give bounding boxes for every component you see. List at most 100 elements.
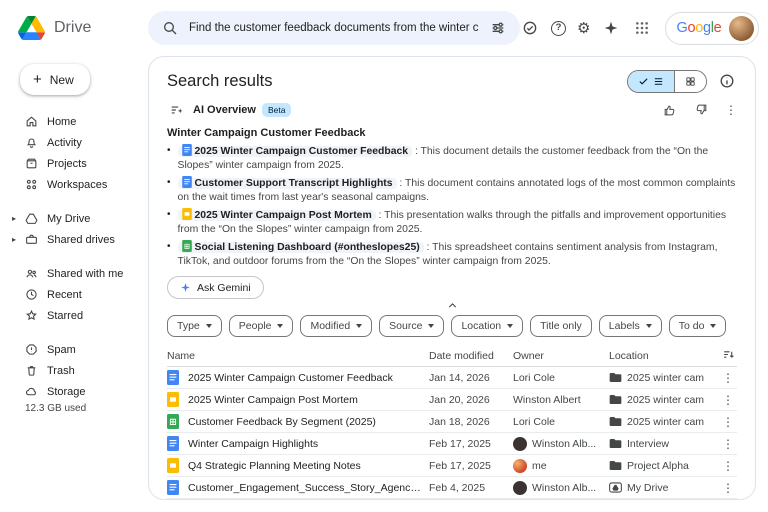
- collapse-overview-button[interactable]: [167, 299, 737, 311]
- sidebar-item-recent[interactable]: Recent: [18, 284, 142, 305]
- file-name-cell: Customer Feedback By Segment (2025): [167, 414, 429, 429]
- list-view-button[interactable]: [628, 71, 674, 92]
- ai-more-options-icon[interactable]: ⋮: [725, 104, 737, 116]
- file-location[interactable]: Project Alpha: [609, 460, 719, 472]
- file-row[interactable]: Customer_Engagement_Success_Story_Agency…: [167, 477, 737, 499]
- account-pill[interactable]: Google: [665, 12, 759, 45]
- filter-chip-to-do[interactable]: To do: [669, 315, 727, 337]
- bell-icon: [25, 136, 38, 149]
- sidebar-item-storage[interactable]: Storage: [18, 381, 142, 402]
- offline-status-icon[interactable]: [520, 18, 540, 38]
- sidebar-item-projects[interactable]: Projects: [18, 153, 142, 174]
- sidebar-item-shared-drives[interactable]: ▸ Shared drives: [18, 229, 142, 250]
- file-row[interactable]: 2025 Winter Campaign Customer Feedback J…: [167, 367, 737, 389]
- file-location[interactable]: 2025 winter cam: [609, 394, 719, 406]
- sidebar-item-my-drive[interactable]: ▸ My Drive: [18, 208, 142, 229]
- spam-icon: [25, 343, 38, 356]
- file-location[interactable]: 2025 winter cam: [609, 372, 719, 384]
- filter-chip-modified[interactable]: Modified: [300, 315, 372, 337]
- sidebar-item-label: Starred: [47, 310, 83, 322]
- file-name: Customer_Engagement_Success_Story_Agency…: [188, 482, 421, 494]
- search-options-icon[interactable]: [488, 18, 508, 38]
- file-row[interactable]: Q4 Strategic Planning Meeting Notes Feb …: [167, 455, 737, 477]
- trash-icon: [25, 364, 38, 377]
- file-date: Feb 4, 2025: [429, 482, 513, 494]
- file-link[interactable]: 2025 Winter Campaign Customer Feedback: [178, 146, 413, 157]
- file-location[interactable]: Interview: [609, 438, 719, 450]
- more-options-icon[interactable]: ⋮: [719, 438, 737, 450]
- sidebar-item-shared-with-me[interactable]: Shared with me: [18, 263, 142, 284]
- search-input[interactable]: Find the customer feedback documents fro…: [189, 22, 479, 34]
- more-options-icon[interactable]: ⋮: [719, 482, 737, 494]
- expand-caret-icon[interactable]: ▸: [12, 235, 16, 244]
- column-header-date-modified[interactable]: Date modified: [429, 350, 513, 362]
- file-owner: Winston Alb...: [513, 437, 609, 451]
- ai-overview-item: • Social Listening Dashboard (#ontheslop…: [167, 240, 737, 269]
- chevron-down-icon: [206, 324, 212, 328]
- more-options-icon[interactable]: ⋮: [719, 372, 737, 384]
- file-name: Customer Feedback By Segment (2025): [188, 416, 376, 428]
- search-icon[interactable]: [160, 18, 180, 38]
- grid-view-button[interactable]: [674, 71, 706, 92]
- sort-icon[interactable]: [719, 348, 737, 364]
- file-row[interactable]: Customer Feedback By Segment (2025) Jan …: [167, 411, 737, 433]
- more-options-icon[interactable]: ⋮: [719, 416, 737, 428]
- sidebar-item-label: Shared drives: [47, 234, 115, 246]
- filter-chip-location[interactable]: Location: [451, 315, 523, 337]
- gemini-sparkle-icon[interactable]: [601, 18, 621, 38]
- filter-chip-labels[interactable]: Labels: [599, 315, 662, 337]
- sidebar-item-home[interactable]: Home: [18, 111, 142, 132]
- sidebar-item-starred[interactable]: Starred: [18, 305, 142, 326]
- file-link[interactable]: Social Listening Dashboard (#ontheslopes…: [178, 242, 424, 253]
- bullet-icon: •: [167, 144, 171, 173]
- file-name: Q4 Strategic Planning Meeting Notes: [188, 460, 361, 472]
- beta-badge: Beta: [262, 103, 292, 117]
- ask-gemini-button[interactable]: Ask Gemini: [167, 276, 264, 299]
- star-icon: [25, 309, 38, 322]
- ai-overview-section: AI Overview Beta ⋮ Winter Campaign Custo…: [167, 101, 737, 311]
- file-location[interactable]: 2025 winter cam: [609, 416, 719, 428]
- new-button[interactable]: + New: [20, 64, 90, 95]
- docs-icon: [182, 176, 192, 188]
- sidebar-group-shared: Shared with me Recent Starred: [18, 263, 142, 326]
- file-row[interactable]: 2025 Winter Campaign Post Mortem Jan 20,…: [167, 389, 737, 411]
- column-header-location[interactable]: Location: [609, 350, 719, 362]
- sidebar-item-trash[interactable]: Trash: [18, 360, 142, 381]
- sidebar-group-drives: ▸ My Drive ▸ Shared drives: [18, 208, 142, 250]
- apps-grid-icon[interactable]: [632, 18, 652, 38]
- file-link[interactable]: Customer Support Transcript Highlights: [178, 178, 397, 189]
- filter-chip-title-only[interactable]: Title only: [530, 315, 592, 337]
- file-link[interactable]: 2025 Winter Campaign Post Mortem: [178, 210, 376, 221]
- file-location[interactable]: My Drive: [609, 482, 719, 494]
- column-header-owner[interactable]: Owner: [513, 350, 609, 362]
- filter-chip-people[interactable]: People: [229, 315, 294, 337]
- file-owner: Winston Alb...: [513, 481, 609, 495]
- sidebar-item-label: Workspaces: [47, 179, 107, 191]
- details-info-icon[interactable]: [717, 71, 737, 91]
- sidebar-item-workspaces[interactable]: Workspaces: [18, 174, 142, 195]
- sidebar-item-spam[interactable]: Spam: [18, 339, 142, 360]
- chevron-down-icon: [710, 324, 716, 328]
- settings-icon[interactable]: ⚙: [577, 21, 590, 36]
- expand-caret-icon[interactable]: ▸: [12, 214, 16, 223]
- column-header-name[interactable]: Name: [167, 350, 429, 362]
- google-logo: Google: [676, 20, 721, 36]
- thumbs-down-icon[interactable]: [692, 100, 712, 120]
- thumbs-up-icon[interactable]: [659, 100, 679, 120]
- ai-overview-list: • 2025 Winter Campaign Customer Feedback…: [167, 144, 737, 269]
- file-date: Jan 14, 2026: [429, 372, 513, 384]
- file-row[interactable]: Winter Campaign Highlights Feb 17, 2025 …: [167, 433, 737, 455]
- drive-brand[interactable]: Drive: [18, 16, 148, 40]
- search-bar[interactable]: Find the customer feedback documents fro…: [148, 11, 520, 45]
- filter-chip-source[interactable]: Source: [379, 315, 444, 337]
- shared-drives-icon: [25, 233, 38, 246]
- more-options-icon[interactable]: ⋮: [719, 460, 737, 472]
- bullet-icon: •: [167, 176, 171, 205]
- filter-chip-type[interactable]: Type: [167, 315, 222, 337]
- sidebar-item-activity[interactable]: Activity: [18, 132, 142, 153]
- help-icon[interactable]: ?: [551, 21, 566, 36]
- more-options-icon[interactable]: ⋮: [719, 394, 737, 406]
- projects-icon: [25, 157, 38, 170]
- my-drive-location-icon: [609, 482, 622, 493]
- user-avatar[interactable]: [729, 16, 754, 41]
